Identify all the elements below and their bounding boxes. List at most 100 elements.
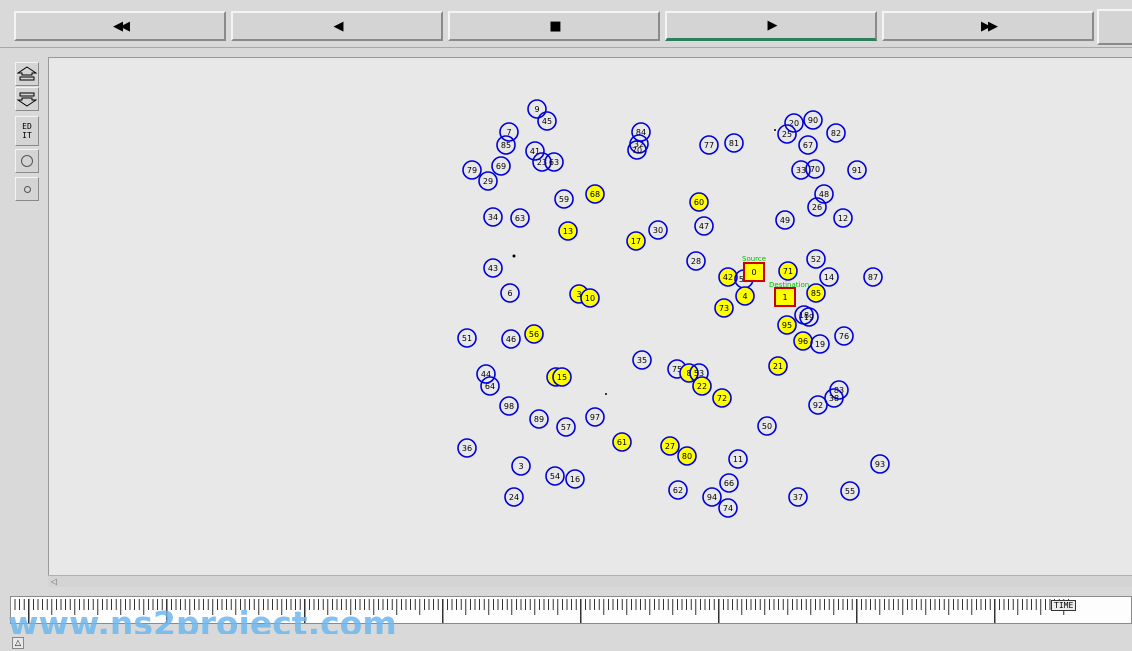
node-62[interactable]: 62	[668, 480, 688, 500]
node-74[interactable]: 74	[718, 498, 738, 518]
node-22[interactable]: 22	[692, 376, 712, 396]
node-80[interactable]: 80	[677, 446, 697, 466]
node-56[interactable]: 56	[524, 324, 544, 344]
node-95[interactable]: 95	[777, 315, 797, 335]
node-69[interactable]: 69	[491, 156, 511, 176]
network-canvas[interactable]: 9 45 7 85 41 23 63 69 79 29 84 32 70 77 81 20 90 25 82 67 33…	[48, 57, 1132, 575]
node-70b[interactable]: 70	[805, 159, 825, 179]
time-marker[interactable]: TIME	[1051, 600, 1077, 611]
node-79[interactable]: 79	[462, 160, 482, 180]
node-91[interactable]: 91	[847, 160, 867, 180]
node-84[interactable]: 84	[631, 122, 651, 142]
node-16[interactable]: 16	[565, 469, 585, 489]
node-77[interactable]: 77	[699, 135, 719, 155]
node-73[interactable]: 73	[714, 298, 734, 318]
packet-dot	[512, 254, 516, 258]
node-97[interactable]: 97	[585, 407, 605, 427]
edit-button[interactable]: ED IT	[15, 116, 39, 146]
node-71[interactable]: 71	[778, 261, 798, 281]
node-37[interactable]: 37	[788, 487, 808, 507]
node-89[interactable]: 89	[529, 409, 549, 429]
node-55[interactable]: 55	[840, 481, 860, 501]
node-11[interactable]: 11	[728, 449, 748, 469]
node-60[interactable]: 60	[689, 192, 709, 212]
node-label: 35	[637, 356, 647, 365]
node-96[interactable]: 96	[793, 331, 813, 351]
node-36[interactable]: 36	[457, 438, 477, 458]
node-14[interactable]: 14	[819, 267, 839, 287]
node-50[interactable]: 50	[757, 416, 777, 436]
node-label: 56	[529, 330, 539, 339]
node-13[interactable]: 13	[558, 221, 578, 241]
node-44[interactable]: 44	[476, 364, 496, 384]
node-61[interactable]: 61	[612, 432, 632, 452]
rewind-button[interactable]: ◀◀	[14, 11, 226, 41]
node-35[interactable]: 35	[632, 350, 652, 370]
node-47[interactable]: 47	[694, 216, 714, 236]
node-43[interactable]: 43	[483, 258, 503, 278]
node-29[interactable]: 29	[478, 171, 498, 191]
node-63[interactable]: 63	[544, 152, 564, 172]
circle-icon	[21, 155, 33, 167]
extra-toolbar-button[interactable]	[1097, 9, 1132, 45]
node-21[interactable]: 21	[768, 356, 788, 376]
node-45[interactable]: 45	[537, 111, 557, 131]
node-85[interactable]: 85	[496, 135, 516, 155]
node-label: 81	[729, 139, 739, 148]
node-63b[interactable]: 63	[510, 208, 530, 228]
node-82[interactable]: 82	[826, 123, 846, 143]
node-76[interactable]: 76	[834, 326, 854, 346]
zoom-in-button[interactable]	[15, 62, 39, 86]
node-7[interactable]: 7	[499, 122, 519, 142]
node-64[interactable]: 64	[480, 376, 500, 396]
node-28[interactable]: 28	[686, 251, 706, 271]
node-10[interactable]: 10	[580, 288, 600, 308]
node-3b[interactable]: 3	[511, 456, 531, 476]
node-42[interactable]: 42	[718, 267, 738, 287]
node-54[interactable]: 54	[545, 466, 565, 486]
destination-node[interactable]: 1	[774, 287, 796, 307]
node-label: 48	[819, 190, 829, 199]
node-46[interactable]: 46	[501, 329, 521, 349]
node-59[interactable]: 59	[554, 189, 574, 209]
triangle-icon[interactable]: △	[12, 637, 24, 649]
node-51[interactable]: 51	[457, 328, 477, 348]
step-back-button[interactable]: ◀	[231, 11, 443, 41]
node-81[interactable]: 81	[724, 133, 744, 153]
node-6[interactable]: 6	[500, 283, 520, 303]
scroll-left-icon[interactable]: ◁	[48, 576, 60, 587]
node-87[interactable]: 87	[863, 267, 883, 287]
node-68[interactable]: 68	[585, 184, 605, 204]
node-27[interactable]: 27	[660, 436, 680, 456]
node-92[interactable]: 92	[808, 395, 828, 415]
node-4[interactable]: 4	[735, 286, 755, 306]
node-9[interactable]: 9	[527, 99, 547, 119]
node-67[interactable]: 67	[798, 135, 818, 155]
fast-forward-button[interactable]: ▶▶	[882, 11, 1094, 41]
node-93[interactable]: 93	[870, 454, 890, 474]
node-85b[interactable]: 85	[806, 283, 826, 303]
node-size-small-button[interactable]	[15, 177, 39, 201]
node-17[interactable]: 17	[626, 231, 646, 251]
node-94[interactable]: 94	[702, 487, 722, 507]
node-19[interactable]: 19	[810, 334, 830, 354]
node-label: 59	[559, 195, 569, 204]
stop-button[interactable]: ■	[448, 11, 660, 41]
node-size-large-button[interactable]	[15, 149, 39, 173]
zoom-out-button[interactable]	[15, 87, 39, 111]
node-72[interactable]: 72	[712, 388, 732, 408]
canvas-horizontal-scrollbar[interactable]: ◁	[48, 575, 1132, 587]
node-30[interactable]: 30	[648, 220, 668, 240]
node-66[interactable]: 66	[719, 473, 739, 493]
source-node[interactable]: 0	[743, 262, 765, 282]
play-button[interactable]: ▶	[665, 11, 877, 41]
node-15[interactable]: 15	[552, 367, 572, 387]
node-24[interactable]: 24	[504, 487, 524, 507]
node-98[interactable]: 98	[499, 396, 519, 416]
node-52[interactable]: 52	[806, 249, 826, 269]
node-12[interactable]: 12	[833, 208, 853, 228]
node-57[interactable]: 57	[556, 417, 576, 437]
node-49[interactable]: 49	[775, 210, 795, 230]
node-90[interactable]: 90	[803, 110, 823, 130]
node-34[interactable]: 34	[483, 207, 503, 227]
